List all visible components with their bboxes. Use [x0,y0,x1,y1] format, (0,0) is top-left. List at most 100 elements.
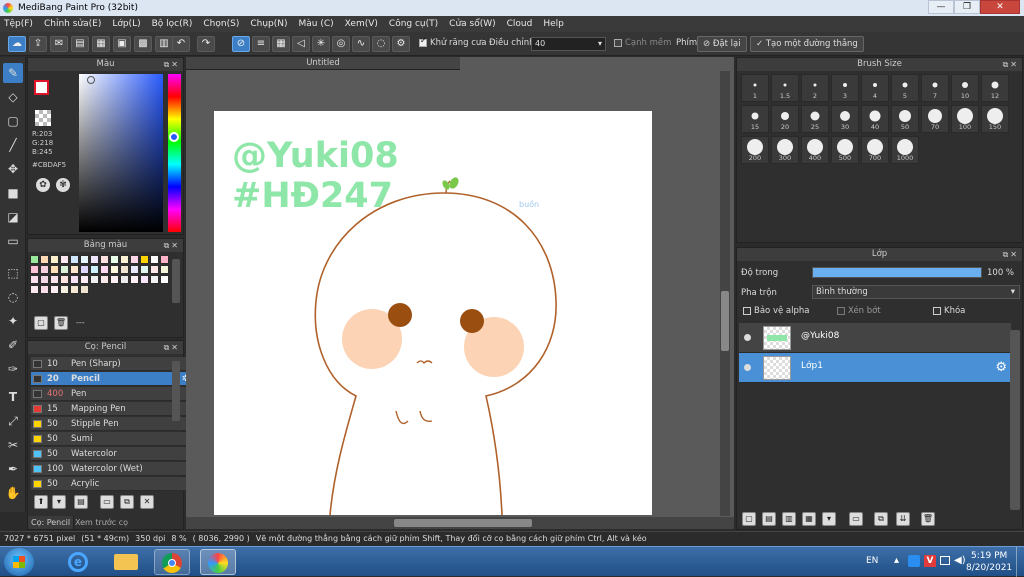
select-pen-icon[interactable]: ✐ [3,335,23,355]
brush-copy-icon[interactable]: ⧉ [120,495,134,509]
layer-scrollbar[interactable] [1010,330,1020,510]
palette-swatch[interactable] [100,255,109,264]
palette-swatch[interactable] [130,265,139,274]
palette-swatch[interactable] [150,265,159,274]
menu-color[interactable]: Màu (C) [299,19,334,29]
lasso-tool-icon[interactable]: ◌ [3,287,23,307]
palette-swatch[interactable] [40,265,49,274]
radial-snap-icon[interactable]: ✳ [312,36,330,52]
brush-size-cell[interactable]: 50 [891,105,919,133]
brush-size-cell[interactable]: 2 [801,74,829,102]
clock-date[interactable]: 8/20/2021 [966,563,1012,573]
color-set-icon[interactable]: ✾ [56,178,70,192]
save-icon[interactable]: ▦ [92,36,110,52]
curve-snap-icon[interactable]: ∿ [352,36,370,52]
close-button[interactable]: ✕ [980,0,1020,14]
palette-swatch[interactable] [70,255,79,264]
hue-slider[interactable] [168,74,181,232]
brush-size-cell[interactable]: 12 [981,74,1009,102]
brush-size-cell[interactable]: 100 [951,105,979,133]
palette-swatch[interactable] [80,275,89,284]
undo-icon[interactable]: ↶ [172,36,190,52]
move-tool-icon[interactable]: ✥ [3,159,23,179]
ellipse-snap-icon[interactable]: ◌ [372,36,390,52]
text-tool-icon[interactable]: T [3,387,23,407]
eye-icon[interactable] [744,364,751,371]
palette-swatch[interactable] [90,275,99,284]
maximize-button[interactable]: ❐ [954,0,980,14]
brush-size-cell[interactable]: 400 [801,136,829,164]
brush-size-cell[interactable]: 4 [861,74,889,102]
brush-item[interactable]: 400 Pen [31,387,193,401]
palette-swatch[interactable] [100,265,109,274]
menu-select[interactable]: Chọn(S) [203,19,239,29]
palette-swatch[interactable] [70,285,79,294]
new-file-icon[interactable]: ▤ [71,36,89,52]
menu-file[interactable]: Tệp(F) [4,19,33,29]
layers-icon[interactable]: ▥ [155,36,173,52]
eyedropper-icon[interactable]: ✒ [3,459,23,479]
palette-swatch[interactable] [110,275,119,284]
brush-size-cell[interactable]: 200 [741,136,769,164]
brush-size-cell[interactable]: 30 [831,105,859,133]
menu-snap[interactable]: Chụp(N) [250,19,287,29]
palette-swatch[interactable] [140,265,149,274]
color-picker-cursor[interactable] [87,76,95,84]
palette-swatch[interactable] [150,275,159,284]
brush-size-cell[interactable]: 40 [861,105,889,133]
folder-icon[interactable]: ▭ [849,512,863,526]
brush-item[interactable]: 20Pencil✲ [31,372,193,386]
brush-size-cell[interactable]: 150 [981,105,1009,133]
brush-size-cell[interactable]: 70 [921,105,949,133]
add-8bit-layer-icon[interactable]: ▥ [782,512,796,526]
menu-edit[interactable]: Chỉnh sửa(E) [44,19,101,29]
brush-size-cell[interactable]: 25 [801,105,829,133]
menu-window[interactable]: Cửa sổ(W) [449,19,495,29]
settings-icon[interactable]: ⚙ [392,36,410,52]
eraser-tool-icon[interactable]: ◇ [3,87,23,107]
blend-select[interactable]: Bình thường ▾ [812,285,1020,299]
lock-checkbox[interactable] [933,306,941,315]
brush-size-cell[interactable]: 1 [741,74,769,102]
cloud-icon[interactable]: ☁ [8,36,26,52]
cross-snap-icon[interactable]: ▦ [272,36,290,52]
menu-help[interactable]: Help [543,19,564,29]
palette-swatch[interactable] [150,255,159,264]
add-color-icon[interactable]: ▢ [34,316,48,330]
protect-alpha-checkbox[interactable] [743,306,751,315]
hand-tool-icon[interactable]: ✋ [3,483,23,503]
layer-add-menu-icon[interactable]: ▾ [822,512,836,526]
vertical-scroll-thumb[interactable] [721,291,729,351]
reset-button[interactable]: ⊘ Đặt lại [697,36,747,52]
brush-size-cell[interactable]: 20 [771,105,799,133]
select-tool-icon[interactable]: ⬚ [3,263,23,283]
rect-fill-tool-icon[interactable]: ■ [3,183,23,203]
add-brush-icon[interactable]: ⬆ [34,495,48,509]
adjust-select[interactable]: 40 ▾ [531,37,606,51]
palette-swatch[interactable] [160,275,169,284]
palette-swatch[interactable] [60,275,69,284]
palette-icon[interactable]: ✿ [36,178,50,192]
line-tool-icon[interactable]: ╱ [3,135,23,155]
brush-size-cell[interactable]: 1000 [891,136,919,164]
opacity-slider[interactable] [812,267,982,278]
chrome-icon[interactable] [154,549,190,575]
brush-item[interactable]: 15 Mapping Pen [31,402,193,416]
palette-swatch[interactable] [160,255,169,264]
tab-brush[interactable]: Cọ: Pencil [28,516,75,529]
palette-swatch[interactable] [30,285,39,294]
panel-controls-icon[interactable]: ⧉✕ [1003,248,1019,261]
minimize-button[interactable]: — [928,0,954,14]
palette-swatch[interactable] [40,275,49,284]
start-button[interactable] [4,548,34,576]
brush-scrollbar[interactable] [172,361,180,421]
export-icon[interactable]: ▣ [113,36,131,52]
palette-swatch[interactable] [80,255,89,264]
brush-size-cell[interactable]: 10 [951,74,979,102]
clipping-checkbox[interactable] [837,306,845,315]
layer-row[interactable]: @Yuki08 [739,323,1011,353]
palette-swatch[interactable] [60,285,69,294]
volume-icon[interactable]: ◀) [954,555,966,566]
panel-controls-icon[interactable]: ⧉✕ [1003,58,1019,71]
brush-size-cell[interactable]: 7 [921,74,949,102]
